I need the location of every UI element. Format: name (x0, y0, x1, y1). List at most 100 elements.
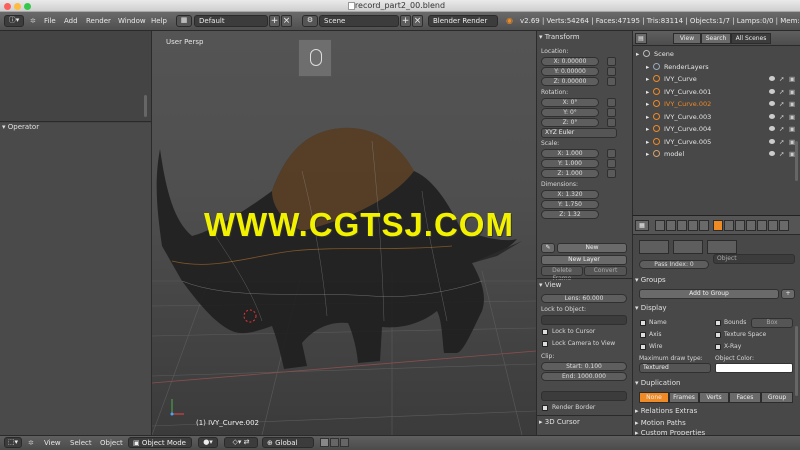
scale-z-field[interactable]: Z: 1.000 (541, 169, 599, 178)
selectable-arrow-icon[interactable]: ➚ (779, 125, 784, 133)
renderable-camera-icon[interactable]: ▣ (789, 113, 795, 121)
visibility-eye-icon[interactable] (769, 88, 775, 94)
visibility-eye-icon[interactable] (769, 76, 775, 81)
world-tab-icon[interactable] (677, 220, 687, 231)
lock-scale-z-icon[interactable] (607, 169, 616, 178)
outliner-row-renderlayers[interactable]: ▸ RenderLayers (633, 61, 800, 73)
screen-layout-field[interactable]: Default (194, 15, 268, 27)
transform-panel-header[interactable]: ▾ Transform (539, 33, 580, 41)
dup-none-button[interactable]: None (639, 392, 669, 403)
lock-rotation-y-icon[interactable] (607, 108, 616, 117)
particles-tab-icon[interactable] (768, 220, 778, 231)
dimension-y-field[interactable]: Y: 1.750 (541, 200, 599, 209)
outliner-scrollbar[interactable] (795, 141, 798, 181)
lock-camera-checkbox[interactable] (542, 341, 548, 347)
new-grease-pencil-button[interactable]: New (557, 243, 627, 253)
scale-y-field[interactable]: Y: 1.000 (541, 159, 599, 168)
display-panel-header[interactable]: ▾ Display (635, 304, 667, 312)
lock-object-field[interactable] (541, 315, 627, 325)
expand-arrow-icon[interactable]: ▸ (646, 125, 649, 133)
bounds-checkbox[interactable] (715, 320, 721, 326)
object-tab-icon[interactable] (713, 220, 723, 231)
lock-location-z-icon[interactable] (607, 77, 616, 86)
viewport-shading-icon[interactable]: ●▾ (198, 437, 218, 448)
expand-arrow-icon[interactable]: ▸ (646, 138, 649, 146)
physics-tab-icon[interactable] (779, 220, 789, 231)
operator-panel-header[interactable]: ▾ Operator (2, 123, 39, 131)
renderable-camera-icon[interactable]: ▣ (789, 88, 795, 96)
visibility-eye-icon[interactable] (769, 126, 775, 131)
selectable-arrow-icon[interactable]: ➚ (779, 150, 784, 158)
expand-arrow-icon[interactable]: ▸ (646, 113, 649, 121)
layer-grid-c[interactable] (707, 240, 737, 254)
properties-scrollbar[interactable] (795, 326, 798, 396)
renderable-camera-icon[interactable]: ▣ (789, 125, 795, 133)
grease-pencil-icon[interactable]: ✎ (541, 243, 555, 253)
lock-scale-y-icon[interactable] (607, 159, 616, 168)
outliner-row-ivy-curve-003[interactable]: ▸ IVY_Curve.003 ➚ ▣ (633, 111, 800, 123)
render-engine-select[interactable]: Blender Render (428, 15, 498, 27)
3d-view-editor-icon[interactable]: ⬚▾ (4, 437, 22, 448)
view-panel-header[interactable]: ▾ View (539, 281, 561, 289)
convert-button[interactable]: Convert (584, 266, 627, 276)
layer-grid-a[interactable] (639, 240, 669, 254)
transform-orientation-select[interactable]: ⊕ Global (262, 437, 314, 448)
renderable-camera-icon[interactable]: ▣ (789, 100, 795, 108)
layers-tab-icon[interactable] (688, 220, 698, 231)
outliner-row-ivy-curve-001[interactable]: ▸ IVY_Curve.001 ➚ ▣ (633, 86, 800, 98)
local-camera-field[interactable] (541, 391, 627, 401)
add-scene-button[interactable]: + (400, 15, 411, 27)
scene-field[interactable]: Scene (319, 15, 399, 27)
duplication-panel-header[interactable]: ▾ Duplication (635, 379, 680, 387)
xray-checkbox[interactable] (715, 344, 721, 350)
layer-grid-b[interactable] (673, 240, 703, 254)
visibility-eye-icon[interactable] (769, 138, 775, 144)
location-y-field[interactable]: Y: 0.00000 (541, 67, 599, 76)
visibility-eye-icon[interactable] (769, 113, 775, 119)
remove-scene-button[interactable]: × (412, 15, 423, 27)
expand-arrow-icon[interactable]: ▸ (646, 63, 649, 71)
renderable-camera-icon[interactable]: ▣ (789, 75, 795, 83)
outliner-editor-icon[interactable]: ▤ (635, 33, 647, 44)
clip-start-field[interactable]: Start: 0.100 (541, 362, 627, 371)
outliner-row-ivy-curve-002[interactable]: ▸ IVY_Curve.002 ➚ ▣ (633, 98, 800, 110)
lock-to-cursor-checkbox[interactable] (542, 329, 548, 335)
lock-rotation-x-icon[interactable] (607, 98, 616, 107)
clip-end-field[interactable]: End: 1000.000 (541, 372, 627, 381)
lens-field[interactable]: Lens: 60.000 (541, 294, 627, 303)
name-checkbox[interactable] (640, 320, 646, 326)
dup-verts-button[interactable]: Verts (699, 392, 729, 403)
rotation-z-field[interactable]: Z: 0° (541, 118, 599, 127)
tool-shelf-scrollbar[interactable] (144, 95, 147, 117)
selectable-arrow-icon[interactable]: ➚ (779, 75, 784, 83)
outliner-tab-all-scenes[interactable]: All Scenes (731, 33, 771, 44)
interaction-mode-select[interactable]: ▣ Object Mode (128, 437, 192, 448)
dimension-x-field[interactable]: X: 1.320 (541, 190, 599, 199)
expand-arrow-icon[interactable]: ▸ (646, 100, 649, 108)
selectable-arrow-icon[interactable]: ➚ (779, 138, 784, 146)
location-z-field[interactable]: Z: 0.00000 (541, 77, 599, 86)
3d-cursor-panel-header[interactable]: ▸ 3D Cursor (539, 418, 580, 426)
parent-object-field[interactable]: Object (713, 254, 795, 264)
axis-checkbox[interactable] (640, 332, 646, 338)
wire-checkbox[interactable] (640, 344, 646, 350)
rotation-y-field[interactable]: Y: 0° (541, 108, 599, 117)
outliner-tab-search[interactable]: Search (701, 33, 731, 44)
header-toggle-icon[interactable]: ✲ (30, 17, 36, 25)
render-border-checkbox[interactable] (542, 405, 548, 411)
data-tab-icon[interactable] (735, 220, 745, 231)
dup-frames-button[interactable]: Frames (669, 392, 699, 403)
header-toggle-icon[interactable]: ✲ (28, 439, 34, 447)
outliner-tab-view[interactable]: View (673, 33, 701, 44)
layer-button-1[interactable] (320, 438, 329, 447)
bounds-type-select[interactable]: Box (751, 318, 793, 328)
constraints-tab-icon[interactable] (724, 220, 734, 231)
outliner-row-ivy-curve-005[interactable]: ▸ IVY_Curve.005 ➚ ▣ (633, 136, 800, 148)
selectable-arrow-icon[interactable]: ➚ (779, 88, 784, 96)
menu-select[interactable]: Select (70, 439, 92, 447)
outliner-row-ivy-curve[interactable]: ▸ IVY_Curve ➚ ▣ (633, 73, 800, 85)
pivot-point-icon[interactable]: ◇▾ ⇄ (224, 437, 258, 448)
groups-panel-header[interactable]: ▾ Groups (635, 276, 666, 284)
draw-type-select[interactable]: Textured (639, 363, 711, 373)
modifier-tab-icon[interactable] (699, 220, 709, 231)
